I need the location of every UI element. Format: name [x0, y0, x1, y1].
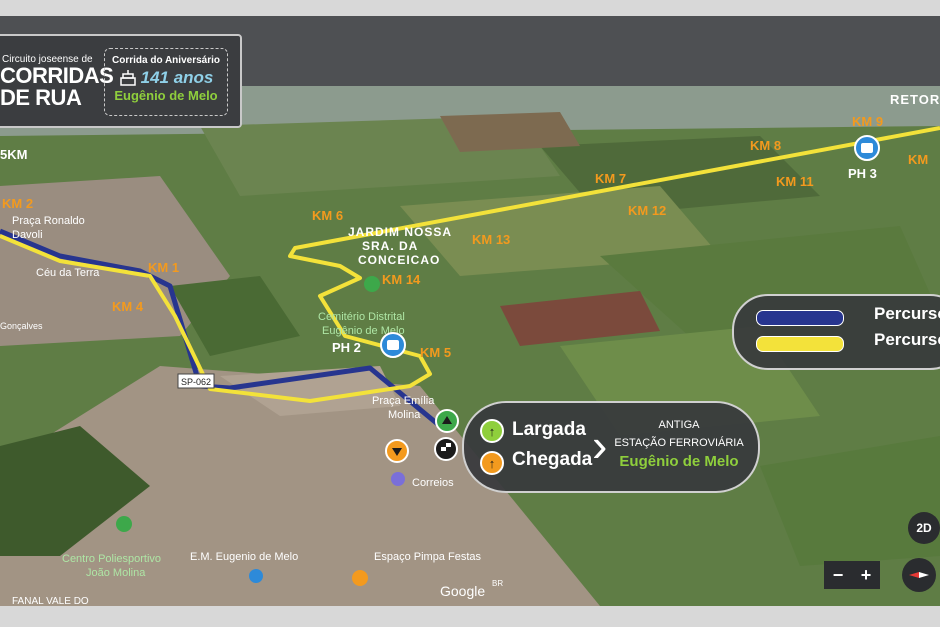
place-label: JARDIM NOSSA [348, 225, 452, 239]
place-label: Céu da Terra [36, 267, 100, 279]
retorno-label: RETOR [890, 92, 940, 107]
field-brown [440, 112, 580, 152]
place-label: Correios [412, 477, 454, 489]
map-pin-icon[interactable] [116, 516, 132, 532]
start-marker-icon[interactable] [435, 409, 459, 433]
top-border [0, 0, 940, 16]
place-label: João Molina [86, 567, 146, 579]
km-label: KM 8 [750, 138, 781, 153]
km-label: KM [908, 152, 928, 167]
finish-flag-icon[interactable] [434, 437, 458, 461]
place-label: Praça Emília [372, 395, 435, 407]
place-label: SRA. DA [362, 239, 418, 253]
logo-title-line2: DE RUA [0, 85, 82, 110]
badge-title: Corrida do Aniversário [112, 55, 220, 66]
km-label: KM 13 [472, 232, 510, 247]
location-line3: Eugênio de Melo [619, 453, 739, 470]
event-logo: Circuito joseense de CORRIDAS DE RUA Cor… [0, 34, 242, 128]
km-label: KM 6 [312, 208, 343, 223]
km-label: KM 11 [776, 174, 814, 189]
badge-years: 141 anos [140, 68, 214, 87]
finish-arrow-icon: ↑ [480, 451, 504, 475]
legend-label: Percurso [874, 330, 940, 349]
compass-needle-icon [909, 572, 929, 578]
map-pin-icon[interactable] [364, 276, 380, 292]
ph2-marker[interactable] [380, 332, 406, 358]
ph2-label: PH 2 [332, 340, 361, 355]
post-office-icon[interactable] [391, 472, 405, 486]
km-label: KM 9 [852, 114, 883, 129]
zoom-in-button[interactable]: + [852, 561, 880, 589]
five-km-label: 5KM [0, 147, 27, 162]
compass-icon[interactable] [902, 558, 936, 592]
logo-title-line1: CORRIDAS [0, 63, 114, 88]
ph3-label: PH 3 [848, 166, 877, 181]
road-sign-label: SP-062 [181, 377, 211, 387]
km-label: KM 4 [112, 299, 144, 314]
bottom-border [0, 606, 940, 627]
place-label: Espaço Pimpa Festas [374, 551, 481, 563]
badge-town: Eugênio de Melo [114, 88, 218, 103]
food-icon[interactable] [352, 570, 368, 586]
place-label: Cemitério Distrital [318, 311, 405, 323]
frame: KM 1 KM 2 KM 4 KM 5 KM 6 KM 7 KM 8 KM 9 … [0, 0, 940, 627]
place-label: Gonçalves [0, 321, 43, 331]
br-label: BR [492, 579, 503, 588]
legend-swatch-yellow [756, 336, 844, 352]
place-label: Centro Poliesportivo [62, 553, 161, 565]
km-label: KM 5 [420, 345, 451, 360]
anniversary-badge: Corrida do Aniversário 141 anos Eugênio … [104, 48, 228, 116]
place-label: Davoli [12, 229, 43, 241]
finish-label: Chegada [512, 449, 593, 470]
start-label: Largada [512, 419, 586, 440]
km-label: KM 2 [2, 196, 33, 211]
km-label: KM 1 [148, 260, 179, 275]
legend-swatch-blue [756, 310, 844, 326]
zoom-out-button[interactable]: − [824, 561, 852, 589]
camera-icon[interactable] [249, 569, 263, 583]
km-label: KM 7 [595, 171, 626, 186]
ph3-marker[interactable] [854, 135, 880, 161]
legend-label: Percurso [874, 304, 940, 323]
chevron-right-icon: › [592, 419, 608, 471]
place-label: Praça Ronaldo [12, 215, 85, 227]
badge-row: 141 anos [105, 68, 227, 88]
start-finish-callout: ↑ Largada ↑ Chegada › ANTIGA ESTAÇÃO FER… [462, 401, 760, 493]
cake-icon [119, 70, 136, 86]
km-label: KM 14 [382, 272, 421, 287]
place-label: FANAL VALE DO [12, 596, 89, 606]
google-logo: Google [440, 583, 485, 599]
start-arrow-icon: ↑ [480, 419, 504, 443]
finish-marker-icon[interactable] [385, 439, 409, 463]
place-label: E.M. Eugenio de Melo [190, 551, 298, 563]
place-label: CONCEICAO [358, 253, 440, 267]
location-line2: ESTAÇÃO FERROVIÁRIA [614, 437, 744, 449]
km-label: KM 12 [628, 203, 666, 218]
route-legend: Percurso Percurso [732, 294, 940, 370]
location-line1: ANTIGA [658, 419, 700, 431]
view-2d-button[interactable]: 2D [908, 512, 940, 544]
place-label: Molina [388, 409, 421, 421]
